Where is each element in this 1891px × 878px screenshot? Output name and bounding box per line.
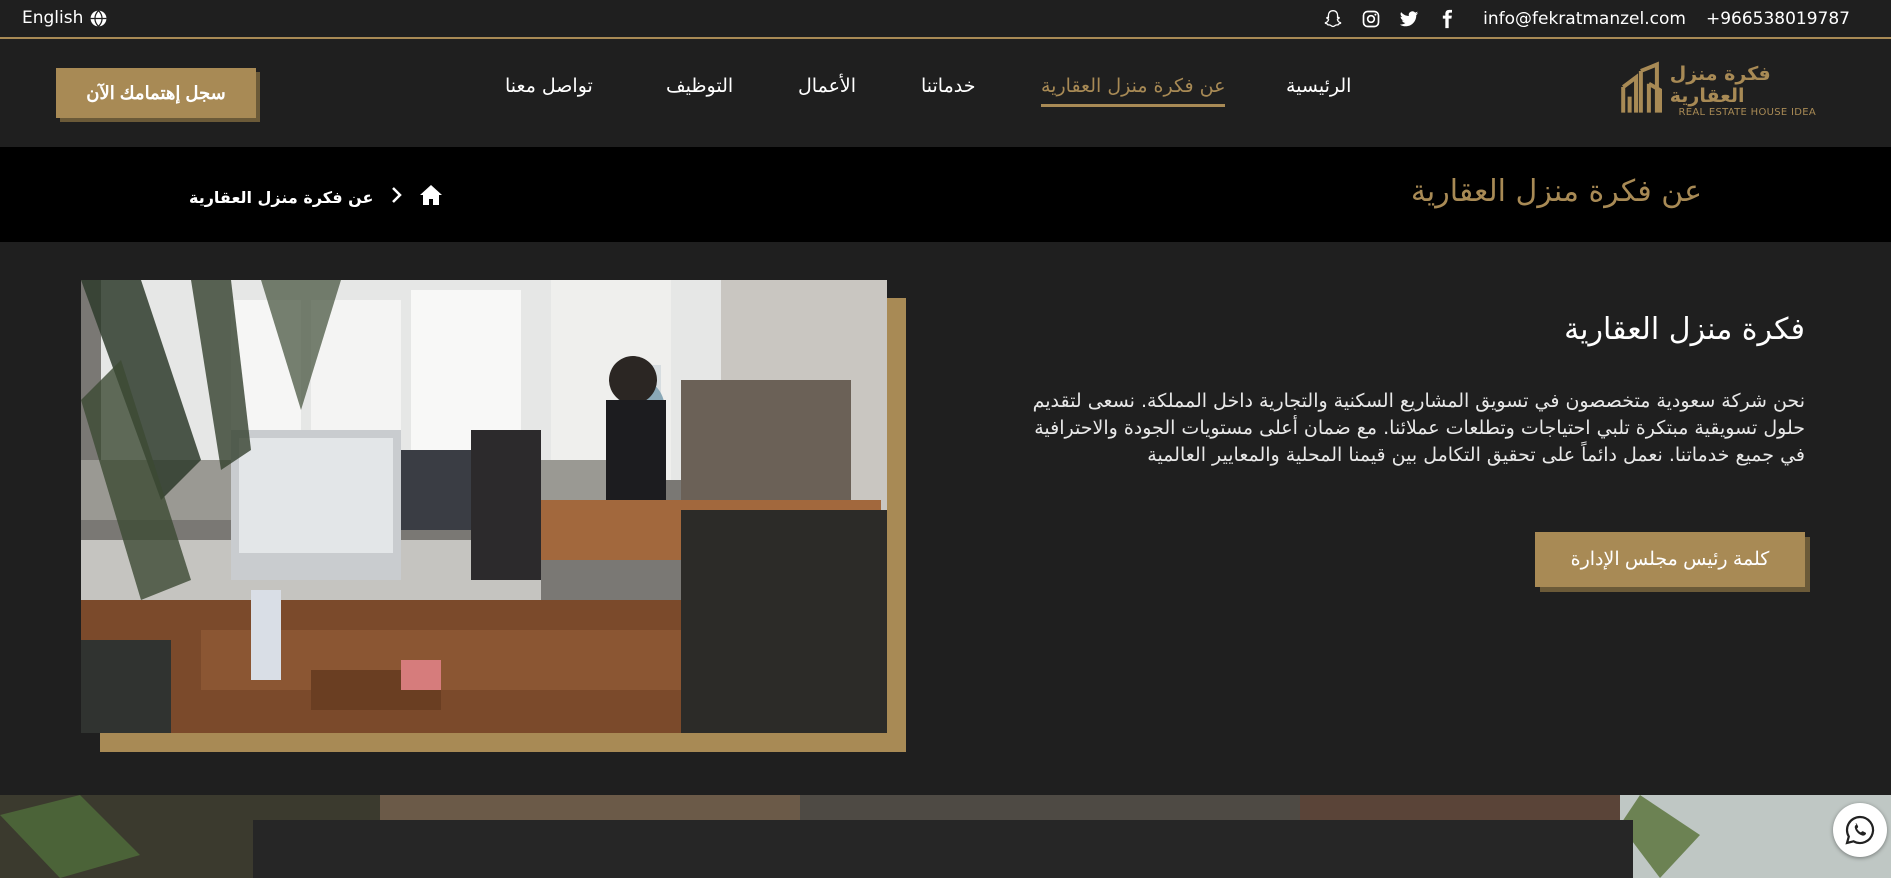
snapchat-icon[interactable] [1322, 8, 1343, 29]
nav-item-careers[interactable]: التوظيف [666, 75, 733, 97]
banner-overlay-panel [253, 820, 1633, 878]
nav-item-home[interactable]: الرئيسية [1286, 75, 1351, 97]
nav-item-services[interactable]: خدماتنا [921, 75, 976, 97]
main-header: فكرة منزل العقارية REAL ESTATE HOUSE IDE… [0, 41, 1891, 147]
whatsapp-button[interactable] [1833, 803, 1887, 857]
language-switcher[interactable]: English [22, 8, 108, 28]
breadcrumb: عن فكرة منزل العقارية [189, 183, 443, 211]
chairman-message-button[interactable]: كلمة رئيس مجلس الإدارة [1535, 532, 1805, 587]
nav-item-works[interactable]: الأعمال [798, 75, 856, 97]
language-label: English [22, 8, 84, 28]
home-icon[interactable] [419, 183, 443, 211]
register-interest-button[interactable]: سجل إهتمامك الآن [56, 68, 256, 118]
contact-info: info@fekratmanzel.com +966538019787 [1322, 8, 1850, 29]
nav-item-about[interactable]: عن فكرة منزل العقارية [1041, 75, 1226, 107]
about-title: فكرة منزل العقارية [1564, 312, 1805, 347]
whatsapp-icon [1845, 815, 1875, 845]
main-nav: الرئيسية عن فكرة منزل العقارية خدماتنا ا… [0, 75, 1891, 115]
facebook-icon[interactable] [1436, 8, 1457, 29]
social-links [1322, 8, 1457, 29]
page-title: عن فكرة منزل العقارية [1410, 174, 1702, 209]
about-description: نحن شركة سعودية متخصصون في تسويق المشاري… [1032, 390, 1805, 466]
next-section-banner [0, 795, 1891, 878]
office-photo [81, 280, 887, 733]
page-header-bar: عن فكرة منزل العقارية عن فكرة منزل العقا… [0, 147, 1891, 242]
breadcrumb-current: عن فكرة منزل العقارية [189, 187, 374, 207]
instagram-icon[interactable] [1360, 8, 1381, 29]
chevron-right-icon [389, 186, 403, 208]
twitter-icon[interactable] [1398, 8, 1419, 29]
office-scene-illustration [81, 280, 887, 733]
nav-item-contact[interactable]: تواصل معنا [505, 75, 593, 97]
email-link[interactable]: info@fekratmanzel.com [1483, 9, 1686, 29]
globe-icon [90, 9, 107, 27]
phone-link[interactable]: +966538019787 [1706, 9, 1850, 29]
top-bar: English info@fekratmanzel.com +966538019… [0, 0, 1891, 39]
